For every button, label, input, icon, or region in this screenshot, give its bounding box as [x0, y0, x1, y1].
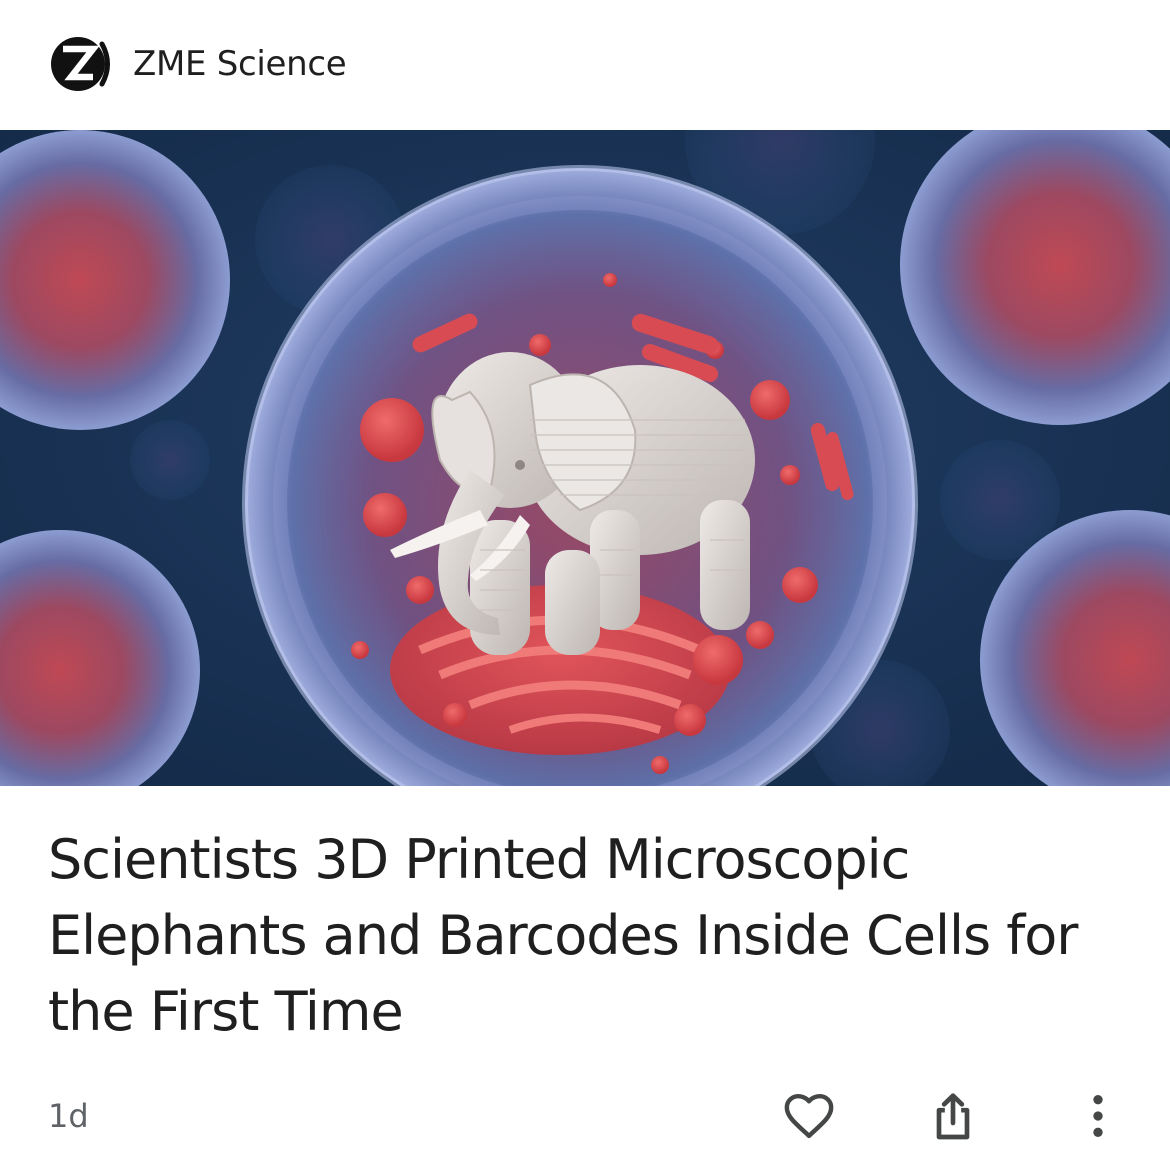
- news-card[interactable]: ZME Science Scientists 3D Printed Micros…: [0, 0, 1170, 1174]
- elephant-cell-illustration: [0, 130, 1170, 786]
- more-options-button[interactable]: [1066, 1084, 1130, 1148]
- article-hero-image[interactable]: [0, 130, 1170, 786]
- article-headline[interactable]: Scientists 3D Printed Microscopic Elepha…: [48, 822, 1128, 1050]
- share-icon: [936, 1093, 970, 1140]
- share-button[interactable]: [921, 1084, 985, 1148]
- article-age: 1d: [48, 1097, 89, 1135]
- more-vertical-icon: [1093, 1095, 1103, 1137]
- like-button[interactable]: [777, 1084, 841, 1148]
- heart-outline-icon: [784, 1093, 834, 1139]
- source-name: ZME Science: [133, 44, 347, 84]
- zme-science-logo: [51, 37, 110, 91]
- source-header[interactable]: ZME Science: [0, 0, 1170, 130]
